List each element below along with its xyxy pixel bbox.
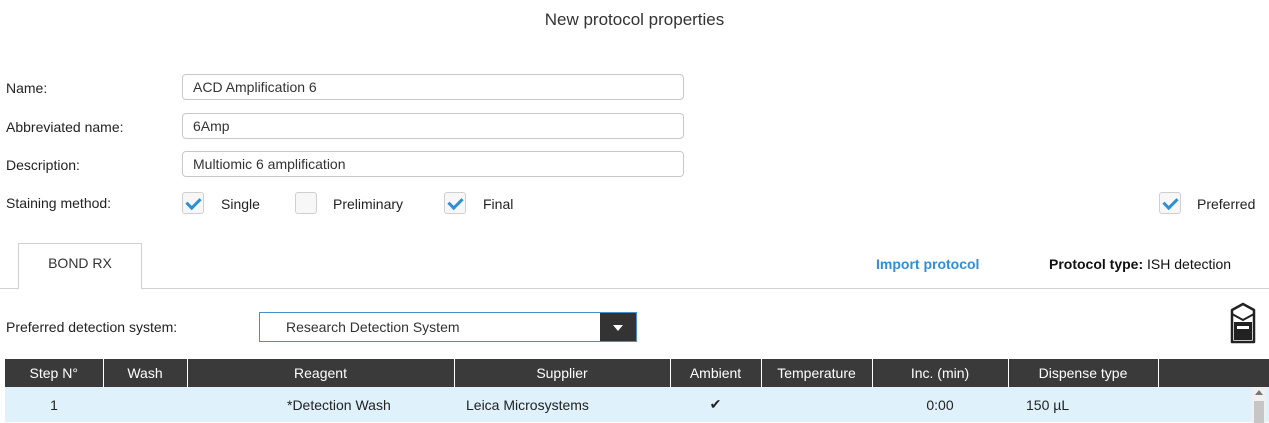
table-header-row: Step N° Wash Reagent Supplier Ambient Te… — [5, 359, 1269, 387]
staining-method-label: Staining method: — [6, 195, 112, 211]
import-protocol-link[interactable]: Import protocol — [876, 256, 979, 272]
cell-dispense: 150 µL — [1008, 387, 1158, 422]
detection-system-select[interactable]: Research Detection System — [259, 312, 637, 342]
final-checkbox[interactable] — [444, 192, 466, 214]
protocol-type-value: ISH detection — [1147, 256, 1232, 272]
tab-divider — [0, 288, 18, 289]
name-field[interactable]: ACD Amplification 6 — [182, 74, 684, 100]
scroll-up-icon[interactable] — [1255, 390, 1263, 395]
cell-supplier: Leica Microsystems — [454, 387, 670, 422]
table-row[interactable]: 1 *Detection Wash Leica Microsystems ✔ 0… — [5, 387, 1269, 422]
cell-step: 1 — [5, 387, 103, 422]
single-checkbox[interactable] — [182, 192, 204, 214]
tab-divider — [142, 288, 1269, 289]
name-label: Name: — [6, 80, 48, 96]
protocol-type: Protocol type: ISH detection — [1049, 256, 1231, 272]
protocol-type-label: Protocol type: — [1049, 256, 1144, 272]
description-label: Description: — [6, 157, 80, 173]
single-label: Single — [221, 196, 260, 212]
preliminary-label: Preliminary — [333, 196, 404, 212]
scroll-thumb[interactable] — [1254, 401, 1264, 423]
description-field[interactable]: Multiomic 6 amplification — [182, 151, 684, 177]
column-header-inc[interactable]: Inc. (min) — [872, 359, 1009, 387]
dialog-title: New protocol properties — [544, 10, 725, 29]
detection-system-label: Preferred detection system: — [6, 319, 178, 335]
tab-bond-rx[interactable]: BOND RX — [18, 243, 142, 289]
cell-inc: 0:00 — [872, 387, 1008, 422]
column-header-extra — [1158, 359, 1269, 387]
column-header-ambient[interactable]: Ambient — [670, 359, 762, 387]
cell-wash — [103, 387, 187, 422]
column-header-reagent[interactable]: Reagent — [187, 359, 455, 387]
cell-reagent: *Detection Wash — [187, 387, 454, 422]
column-header-wash[interactable]: Wash — [103, 359, 188, 387]
column-header-temperature[interactable]: Temperature — [761, 359, 873, 387]
abbreviated-name-field[interactable]: 6Amp — [182, 113, 684, 139]
cell-temperature — [761, 387, 872, 422]
table-scrollbar[interactable] — [1252, 387, 1266, 423]
column-header-dispense[interactable]: Dispense type — [1008, 359, 1159, 387]
final-label: Final — [483, 196, 514, 212]
preferred-checkbox[interactable] — [1159, 192, 1181, 214]
column-header-supplier[interactable]: Supplier — [454, 359, 671, 387]
detection-system-value: Research Detection System — [286, 319, 460, 335]
preferred-label: Preferred — [1197, 196, 1256, 212]
instrument-icon[interactable] — [1228, 302, 1258, 346]
cell-ambient: ✔ — [670, 387, 761, 422]
steps-table: Step N° Wash Reagent Supplier Ambient Te… — [5, 359, 1269, 422]
column-header-step[interactable]: Step N° — [5, 359, 104, 387]
dropdown-arrow-icon[interactable] — [600, 313, 636, 341]
abbreviated-name-label: Abbreviated name: — [6, 119, 124, 135]
preliminary-checkbox[interactable] — [295, 192, 317, 214]
